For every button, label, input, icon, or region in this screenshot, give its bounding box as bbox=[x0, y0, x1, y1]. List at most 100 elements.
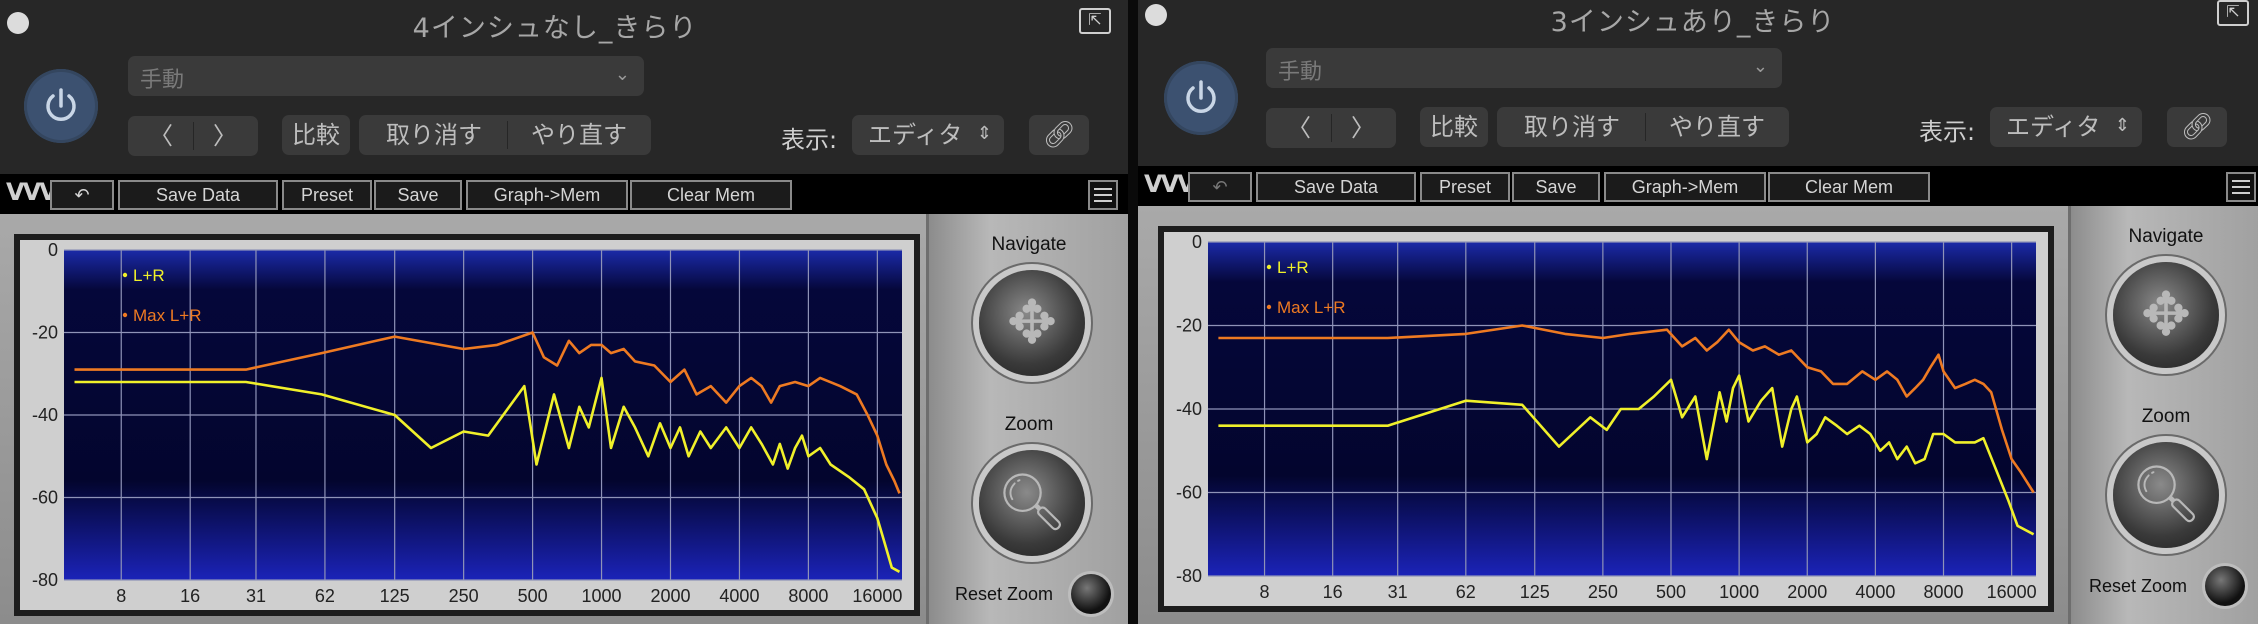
nav-button-group: 〈 〉 bbox=[1266, 108, 1396, 148]
power-icon bbox=[46, 88, 76, 121]
x-axis: 8 16 31 62 125 250 500 1000 2000 4000 8000 16000 bbox=[116, 586, 902, 606]
magnifier-icon: 🔍︎ bbox=[996, 470, 1068, 535]
y-tick-label: 0 bbox=[48, 240, 58, 260]
redo-button[interactable]: やり直す bbox=[1645, 107, 1789, 147]
x-tick-label: 125 bbox=[1520, 582, 1550, 602]
save-button[interactable]: Save bbox=[1512, 172, 1600, 202]
plugin-body: 8 16 31 62 125 250 500 1000 2000 4000 8000 16000 0 -2… bbox=[1138, 206, 2258, 624]
y-tick-label: -80 bbox=[32, 570, 58, 590]
x-tick-label: 2000 bbox=[650, 586, 690, 606]
navigate-label: Navigate bbox=[2128, 226, 2204, 247]
window-close-dot[interactable] bbox=[1145, 4, 1167, 26]
prev-preset-button[interactable]: 〈 bbox=[1284, 108, 1314, 148]
popout-icon[interactable]: ⇱ bbox=[2217, 0, 2249, 26]
zoom-knob[interactable]: 🔍︎ bbox=[2113, 442, 2219, 548]
reset-zoom-button[interactable] bbox=[2205, 566, 2245, 606]
preset-select[interactable]: 手動 ⌄ bbox=[1266, 48, 1782, 88]
x-tick-label: 4000 bbox=[719, 586, 759, 606]
display-value: エディタ bbox=[2006, 113, 2101, 141]
compare-button[interactable]: 比較 bbox=[1420, 107, 1488, 147]
x-tick-label: 8000 bbox=[1923, 582, 1963, 602]
spectrum-graph[interactable]: 8 16 31 62 125 250 500 1000 2000 4000 8000 16000 0 -2… bbox=[1164, 232, 2048, 606]
updown-icon: ⇕ bbox=[2114, 115, 2130, 136]
preset-value: 手動 bbox=[140, 68, 185, 93]
undo-button[interactable]: 取り消す bbox=[359, 115, 509, 155]
graph-mem-button[interactable]: Graph->Mem bbox=[466, 180, 628, 210]
y-tick-label: -20 bbox=[32, 323, 58, 343]
display-value: エディタ bbox=[868, 121, 963, 149]
x-tick-label: 8000 bbox=[788, 586, 828, 606]
x-tick-label: 500 bbox=[518, 586, 548, 606]
legend-label: L+R bbox=[1277, 258, 1309, 277]
window-close-dot[interactable] bbox=[7, 12, 29, 34]
x-tick-label: 125 bbox=[380, 586, 410, 606]
spectrum-graph[interactable]: 8 16 31 62 125 250 500 1000 2000 4000 8000 16000 0 -2… bbox=[20, 240, 914, 610]
save-button[interactable]: Save bbox=[374, 180, 462, 210]
control-panel: Navigate ✥ Zoom 🔍︎ Reset Zoom bbox=[2068, 206, 2258, 624]
save-data-button[interactable]: Save Data bbox=[118, 180, 278, 210]
preset-value: 手動 bbox=[1278, 60, 1323, 85]
y-tick-label: -60 bbox=[32, 488, 58, 508]
graph-mem-button[interactable]: Graph->Mem bbox=[1604, 172, 1766, 202]
popout-icon[interactable]: ⇱ bbox=[1079, 8, 1111, 34]
control-panel: Navigate ✥ Zoom 🔍︎ Reset Zoom bbox=[926, 214, 1128, 624]
window-title: 4インシュなし_きらり bbox=[412, 13, 698, 44]
display-label: 表示: bbox=[781, 126, 838, 154]
next-preset-button[interactable]: 〉 bbox=[210, 116, 240, 156]
preset-select[interactable]: 手動 ⌄ bbox=[128, 56, 644, 96]
menu-icon[interactable] bbox=[1088, 180, 1118, 210]
undo-arrow-button[interactable]: ↶ bbox=[50, 180, 114, 210]
preset-button[interactable]: Preset bbox=[282, 180, 372, 210]
power-button[interactable] bbox=[24, 69, 98, 143]
move-arrows-icon: ✥ bbox=[1006, 288, 1058, 358]
link-icon: 🔗︎ bbox=[2180, 112, 2214, 142]
x-tick-label: 2000 bbox=[1787, 582, 1827, 602]
plugin-window-left: 4インシュなし_きらり ⇱ 手動 ⌄ 〈 〉 比較 取り消す やり直す 表示: … bbox=[0, 0, 1128, 624]
power-button[interactable] bbox=[1164, 61, 1238, 135]
legend-marker bbox=[1266, 264, 1272, 270]
preset-button[interactable]: Preset bbox=[1420, 172, 1510, 202]
y-tick-label: -40 bbox=[1176, 399, 1202, 419]
updown-icon: ⇕ bbox=[976, 123, 992, 144]
window-header: 3インシュあり_きらり ⇱ 手動 ⌄ 〈 〉 比較 取り消す やり直す 表示: … bbox=[1138, 0, 2258, 170]
waves-logo-icon: VVV bbox=[1144, 170, 1196, 198]
save-data-button[interactable]: Save Data bbox=[1256, 172, 1416, 202]
x-tick-label: 8 bbox=[1260, 582, 1270, 602]
waves-logo-icon: VVV bbox=[6, 178, 58, 206]
redo-button[interactable]: やり直す bbox=[507, 115, 651, 155]
nav-button-group: 〈 〉 bbox=[128, 116, 258, 156]
undo-button[interactable]: 取り消す bbox=[1497, 107, 1647, 147]
window-header: 4インシュなし_きらり ⇱ 手動 ⌄ 〈 〉 比較 取り消す やり直す 表示: … bbox=[0, 0, 1128, 170]
separator bbox=[1331, 114, 1332, 142]
legend-label: L+R bbox=[133, 266, 165, 285]
x-tick-label: 31 bbox=[1388, 582, 1408, 602]
navigate-knob[interactable]: ✥ bbox=[2113, 262, 2219, 368]
reset-zoom-button[interactable] bbox=[1071, 574, 1111, 614]
legend-label: Max L+R bbox=[1277, 298, 1346, 317]
x-tick-label: 16 bbox=[1323, 582, 1343, 602]
legend-marker bbox=[122, 272, 128, 278]
undo-arrow-button[interactable]: ↶ bbox=[1188, 172, 1252, 202]
x-tick-label: 4000 bbox=[1855, 582, 1895, 602]
navigate-label: Navigate bbox=[991, 234, 1067, 255]
graph-frame: 8 16 31 62 125 250 500 1000 2000 4000 8000 16000 0 -2… bbox=[1158, 226, 2054, 612]
waves-toolbar: VVV ↶ Save Data Preset Save Graph->Mem C… bbox=[0, 174, 1128, 214]
y-tick-label: -20 bbox=[1176, 316, 1202, 336]
compare-button[interactable]: 比較 bbox=[282, 115, 350, 155]
link-button[interactable]: 🔗︎ bbox=[2167, 107, 2227, 147]
x-tick-label: 1000 bbox=[1719, 582, 1759, 602]
display-select[interactable]: エディタ ⇕ bbox=[852, 115, 1004, 155]
y-tick-label: -80 bbox=[1176, 566, 1202, 586]
plugin-body: 8 16 31 62 125 250 500 1000 2000 4000 8000 16000 0 -2… bbox=[0, 214, 1128, 624]
x-tick-label: 1000 bbox=[582, 586, 622, 606]
zoom-knob[interactable]: 🔍︎ bbox=[979, 450, 1085, 556]
clear-mem-button[interactable]: Clear Mem bbox=[1768, 172, 1930, 202]
prev-preset-button[interactable]: 〈 bbox=[146, 116, 176, 156]
clear-mem-button[interactable]: Clear Mem bbox=[630, 180, 792, 210]
y-axis: 0 -20 -40 -60 -80 bbox=[32, 240, 58, 590]
display-select[interactable]: エディタ ⇕ bbox=[1990, 107, 2142, 147]
menu-icon[interactable] bbox=[2226, 172, 2256, 202]
next-preset-button[interactable]: 〉 bbox=[1348, 108, 1378, 148]
navigate-knob[interactable]: ✥ bbox=[979, 270, 1085, 376]
link-button[interactable]: 🔗︎ bbox=[1029, 115, 1089, 155]
